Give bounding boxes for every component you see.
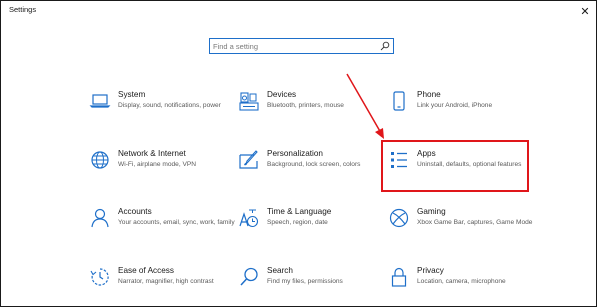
tile-network-internet[interactable]: Network & Internet Wi-Fi, airplane mode,… [89, 149, 239, 193]
tile-description: Display, sound, notifications, power [118, 102, 221, 109]
apps-highlight-box [381, 140, 529, 192]
tile-label: Time & Language [267, 207, 332, 216]
ease-of-access-icon [90, 268, 109, 286]
tile-description: Wi-Fi, airplane mode, VPN [118, 161, 197, 168]
search-icon[interactable] [380, 41, 390, 51]
tile-privacy[interactable]: Privacy Location, camera, microphone [388, 266, 538, 306]
close-icon: ✕ [580, 5, 590, 18]
paint-icon [239, 150, 258, 169]
tile-phone[interactable]: Phone Link your Android, iPhone [388, 90, 538, 134]
xbox-icon [389, 208, 409, 228]
tile-description: Narrator, magnifier, high contrast [118, 278, 214, 285]
globe-icon [91, 151, 109, 169]
lock-icon [391, 267, 407, 287]
person-icon [91, 208, 109, 228]
tile-description: Find my files, permissions [267, 278, 343, 285]
tile-search[interactable]: Search Find my files, permissions [238, 266, 388, 306]
tile-time-language[interactable]: Time & Language Speech, region, date [238, 207, 388, 251]
tile-label: Network & Internet [118, 149, 186, 158]
window-title: Settings [9, 5, 37, 14]
tile-label: Devices [267, 90, 297, 99]
tile-label: Personalization [267, 149, 323, 158]
tile-label: Ease of Access [118, 266, 174, 275]
tile-label: Accounts [118, 207, 152, 216]
tile-description: Your accounts, email, sync, work, family [118, 219, 235, 226]
close-button[interactable]: ✕ [574, 1, 596, 21]
keyboard-speaker-icon [239, 92, 259, 111]
tile-personalization[interactable]: Personalization Background, lock screen,… [238, 149, 388, 193]
tile-ease-of-access[interactable]: Ease of Access Narrator, magnifier, high… [89, 266, 239, 306]
tile-label: Privacy [417, 266, 444, 275]
time-language-icon [239, 209, 259, 228]
magnifier-icon [240, 267, 258, 286]
tile-description: Location, camera, microphone [417, 278, 506, 285]
search-box[interactable] [209, 38, 394, 54]
laptop-icon [89, 94, 111, 108]
tile-description: Speech, region, date [267, 219, 328, 226]
settings-window: Settings ✕ System Display, sound, notifi… [1, 1, 596, 306]
tile-accounts[interactable]: Accounts Your accounts, email, sync, wor… [89, 207, 239, 251]
tile-system[interactable]: System Display, sound, notifications, po… [89, 90, 239, 134]
title-bar: Settings ✕ [1, 1, 596, 21]
tile-gaming[interactable]: Gaming Xbox Game Bar, captures, Game Mod… [388, 207, 538, 251]
tile-description: Xbox Game Bar, captures, Game Mode [417, 219, 533, 226]
tile-label: Search [267, 266, 293, 275]
tile-description: Link your Android, iPhone [417, 102, 493, 109]
search-input[interactable] [213, 40, 378, 52]
tile-label: System [118, 90, 146, 99]
tile-description: Background, lock screen, colors [267, 161, 361, 168]
tile-label: Gaming [417, 207, 446, 216]
annotation-arrow-icon [346, 73, 384, 139]
phone-icon [393, 91, 405, 111]
tile-label: Phone [417, 90, 441, 99]
